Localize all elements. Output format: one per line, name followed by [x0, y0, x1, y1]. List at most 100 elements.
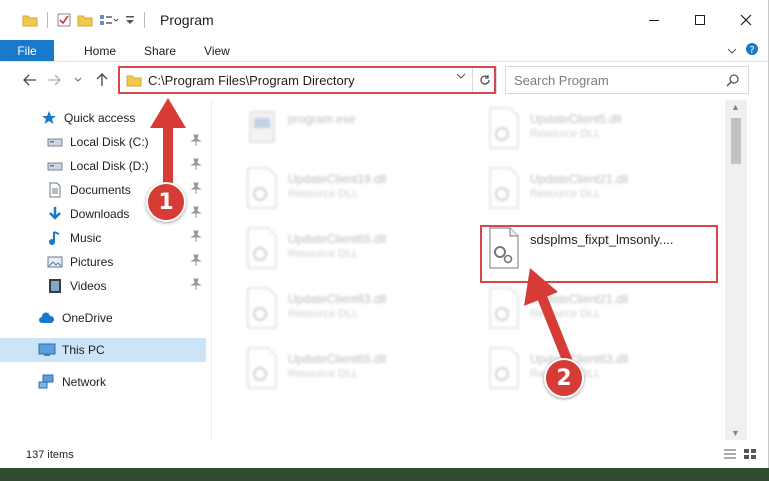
sidebar-item-label: This PC [62, 343, 105, 357]
vertical-scrollbar[interactable]: ▲ ▼ [725, 100, 747, 440]
list-item[interactable]: UpdateClient63.dllResource DLL [480, 346, 720, 400]
list-item[interactable]: UpdateClient65.dll Resource DLL [238, 226, 478, 280]
sidebar-item-label: Network [62, 375, 107, 389]
sidebar-item-videos[interactable]: Videos [0, 274, 206, 298]
list-item[interactable]: UpdateClient21.dll Resource DLL [480, 166, 720, 220]
search-icon[interactable] [726, 73, 740, 90]
videos-icon [46, 278, 64, 294]
drive-icon [46, 134, 64, 150]
sidebar-item-music[interactable]: Music [0, 226, 206, 250]
toolbar-divider [144, 12, 145, 28]
list-item[interactable]: UpdateClient19.dll Resource DLL [238, 166, 478, 220]
tab-share[interactable]: Share [130, 40, 190, 61]
search-box[interactable] [505, 66, 749, 94]
step-marker-1: 1 [146, 182, 186, 222]
up-button[interactable] [90, 73, 114, 87]
close-button[interactable] [723, 0, 768, 40]
file-type: Resource DLL [288, 248, 359, 260]
file-name: UpdateClient5.dll [530, 112, 622, 126]
ribbon-right-controls: ? [727, 40, 768, 61]
window-controls [631, 0, 768, 40]
pictures-icon [46, 254, 64, 270]
sidebar-item-pictures[interactable]: Pictures [0, 250, 206, 274]
downloads-icon [46, 206, 64, 222]
sidebar-item-onedrive[interactable]: OneDrive [0, 306, 206, 330]
navigation-bar: C:\Program Files\Program Directory [0, 62, 768, 98]
computer-icon [38, 342, 56, 358]
properties-icon[interactable] [57, 13, 71, 27]
tab-home[interactable]: Home [54, 40, 130, 61]
annotation-arrow-1 [150, 98, 186, 192]
forward-button[interactable] [42, 74, 66, 86]
status-bar: 137 items [0, 442, 768, 468]
file-name: UpdateClient65.dll [288, 352, 387, 366]
folder-icon [22, 13, 38, 27]
view-options-icon[interactable] [99, 13, 119, 27]
ribbon-tabs: File Home Share View ? [0, 40, 768, 62]
svg-text:?: ? [749, 45, 754, 56]
dll-file-icon [247, 167, 277, 209]
pin-icon[interactable] [190, 278, 202, 293]
pin-icon[interactable] [190, 230, 202, 245]
large-icons-view-icon[interactable] [743, 448, 757, 463]
list-item[interactable]: program.exe [238, 106, 478, 160]
file-type: Resource DLL [530, 128, 601, 140]
tab-file[interactable]: File [0, 40, 54, 61]
list-item[interactable]: UpdateClient5.dll Resource DLL [480, 106, 720, 160]
title-bar: Program [0, 0, 768, 40]
address-dropdown-button[interactable] [456, 72, 466, 83]
network-icon [38, 374, 56, 390]
dll-file-icon [489, 167, 519, 209]
list-item[interactable]: UpdateClient63.dllResource DLL [238, 286, 478, 340]
scrollbar-thumb[interactable] [731, 118, 741, 164]
view-switcher [723, 448, 757, 463]
dll-file-icon [247, 287, 277, 329]
sidebar-item-label: Local Disk (C:) [70, 135, 149, 149]
file-type: Resource DLL [530, 188, 601, 200]
help-icon[interactable]: ? [745, 42, 759, 59]
customize-toolbar-icon[interactable] [125, 13, 135, 27]
step-marker-2: 2 [544, 358, 584, 398]
pin-icon[interactable] [190, 206, 202, 221]
tab-view[interactable]: View [190, 40, 244, 61]
item-count: 137 items [26, 449, 74, 461]
new-folder-icon[interactable] [77, 13, 93, 27]
quick-access-toolbar: Program [0, 12, 214, 28]
scroll-down-icon[interactable]: ▼ [731, 428, 740, 438]
cloud-icon [38, 310, 56, 326]
sidebar-item-label: OneDrive [62, 311, 113, 325]
dll-file-icon [247, 347, 277, 389]
list-item-selected-dll[interactable]: sdsplms_fixpt_lmsonly.... [480, 226, 720, 280]
chevron-down-icon[interactable] [727, 44, 737, 58]
refresh-button[interactable] [472, 67, 496, 93]
list-item[interactable]: UpdateClient65.dll Resource DLL [238, 346, 478, 400]
file-name: UpdateClient19.dll [288, 172, 387, 186]
chevron-down-icon [74, 77, 82, 82]
window-title: Program [160, 12, 214, 28]
pin-icon[interactable] [190, 254, 202, 269]
chevron-down-icon [456, 73, 466, 79]
refresh-icon [479, 75, 490, 85]
dll-file-icon [489, 107, 519, 149]
file-type: Resource DLL [288, 308, 359, 320]
sidebar-item-this-pc[interactable]: This PC [0, 338, 206, 362]
maximize-button[interactable] [677, 0, 723, 40]
search-input[interactable] [514, 68, 714, 92]
sidebar-item-network[interactable]: Network [0, 370, 206, 394]
details-view-icon[interactable] [723, 448, 737, 463]
star-icon [40, 110, 58, 126]
music-icon [46, 230, 64, 246]
minimize-button[interactable] [631, 0, 677, 40]
file-type: Resource DLL [288, 368, 359, 380]
sidebar-item-label: Documents [70, 183, 131, 197]
address-path[interactable]: C:\Program Files\Program Directory [148, 73, 355, 88]
recent-locations-button[interactable] [66, 76, 90, 84]
back-button[interactable] [18, 74, 42, 86]
arrow-up-icon [96, 73, 108, 86]
folder-icon [126, 73, 142, 87]
scroll-up-icon[interactable]: ▲ [731, 102, 740, 112]
exe-file-icon [249, 111, 275, 143]
list-item[interactable]: UpdateClient21.dll Resource DLL [480, 286, 720, 340]
address-bar[interactable]: C:\Program Files\Program Directory [119, 66, 497, 94]
sidebar-item-label: Music [70, 231, 102, 245]
